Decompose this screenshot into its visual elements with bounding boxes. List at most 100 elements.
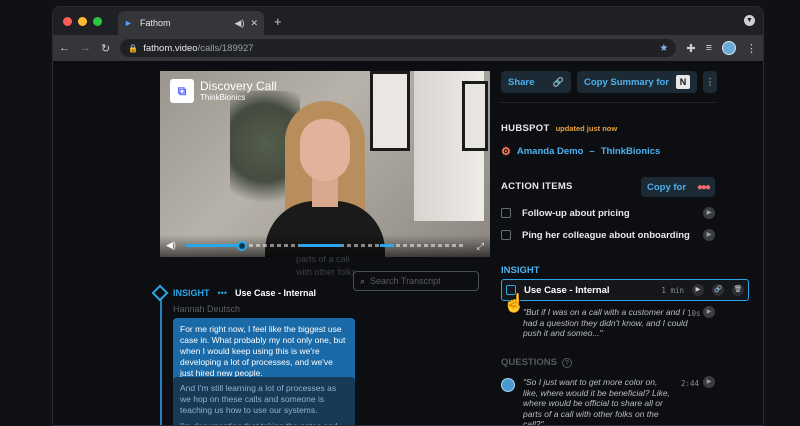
help-icon[interactable]: ? xyxy=(561,357,572,368)
company-link[interactable]: ThinkBionics xyxy=(601,146,661,157)
transcript-bubble[interactable]: I'm documenting that taking the notes an… xyxy=(173,415,355,425)
action-item-checkbox[interactable] xyxy=(501,208,511,218)
search-icon: ⌕ xyxy=(360,275,366,286)
bookmark-star-icon[interactable]: ★ xyxy=(659,43,668,54)
reading-list-icon[interactable]: ≡ xyxy=(706,42,712,54)
asana-icon: ●●● xyxy=(696,181,711,193)
address-bar: ← → ↻ 🔒 fathom.video/calls/189927 ★ ✚ ≡ … xyxy=(53,35,763,61)
insight-name[interactable]: Use Case - Internal xyxy=(524,285,653,296)
video-player[interactable]: ⧉ Discovery Call ThinkBionics ◀) ⤢ xyxy=(160,71,490,257)
timeline-highlight xyxy=(380,244,394,247)
separator: – xyxy=(589,146,595,157)
insight-card[interactable]: Use Case - Internal 1 min ▶ 🔗 🗑 xyxy=(501,279,749,301)
playhead-handle[interactable] xyxy=(237,241,247,251)
timeline-highlight xyxy=(300,244,342,247)
questions-title: QUESTIONS xyxy=(501,357,557,368)
insight-quote: "But if I was on a call with a customer … xyxy=(523,307,688,338)
speaker-name: Hannah Deutsch xyxy=(173,304,241,314)
video-title: Discovery Call xyxy=(200,79,277,93)
tab-search-icon[interactable]: ▼ xyxy=(744,15,755,26)
updated-badge: updated just now xyxy=(555,124,618,133)
insight-marker-icon xyxy=(151,284,169,302)
faded-transcript-text: parts of a call xyxy=(296,254,350,264)
faded-transcript-text: with other folks xyxy=(296,267,357,277)
questions-section-title: QUESTIONS ? xyxy=(501,357,572,368)
play-icon[interactable]: ▶ xyxy=(703,229,715,241)
timeline-highlight xyxy=(186,244,242,247)
transcript-insight-header: INSIGHT ••• Use Case - Internal xyxy=(173,288,316,298)
browser-menu-icon[interactable]: ⋮ xyxy=(746,42,757,55)
asker-avatar xyxy=(501,378,515,392)
reload-icon[interactable]: ↻ xyxy=(101,42,110,55)
tab-bar: ► Fathom ◀) ✕ + ▼ xyxy=(53,7,763,35)
more-options-button[interactable]: ⋮ xyxy=(703,71,717,93)
insight-title: Use Case - Internal xyxy=(234,288,316,298)
maximize-window-button[interactable] xyxy=(93,16,102,26)
page-content: ⧉ Discovery Call ThinkBionics ◀) ⤢ parts… xyxy=(53,61,763,426)
action-item: Ping her colleague about onboarding ▶ xyxy=(501,229,715,241)
transcript-timeline-line xyxy=(160,291,162,425)
action-items-title: ACTION ITEMS xyxy=(501,181,573,192)
contact-link[interactable]: Amanda Demo xyxy=(517,146,584,157)
call-side-panel: Share 🔗 Copy Summary for N ⋮ HUBSPOT upda… xyxy=(501,61,763,426)
hubspot-icon: ⚙ xyxy=(501,146,511,158)
copy-summary-label: Copy Summary for xyxy=(584,76,669,88)
company-logo-icon: ⧉ xyxy=(170,79,194,103)
extensions-icon[interactable]: ✚ xyxy=(686,42,695,55)
panel-toolbar: Share 🔗 Copy Summary for N ⋮ xyxy=(501,71,717,93)
fullscreen-icon[interactable]: ⤢ xyxy=(477,241,484,252)
share-button[interactable]: Share 🔗 xyxy=(501,71,571,93)
link-icon[interactable]: 🔗 xyxy=(712,284,724,296)
action-item-label: Follow-up about pricing xyxy=(522,207,630,219)
divider xyxy=(501,102,715,103)
insight-dots: ••• xyxy=(217,288,227,298)
close-tab-icon[interactable]: ✕ xyxy=(250,18,258,29)
transcript-search-input[interactable]: ⌕ Search Transcript xyxy=(353,271,479,291)
action-item: Follow-up about pricing ▶ xyxy=(501,207,715,219)
play-icon[interactable]: ▶ xyxy=(703,376,715,388)
back-icon[interactable]: ← xyxy=(59,42,70,54)
insight-section-title: INSIGHT xyxy=(501,265,540,276)
video-speaker xyxy=(260,101,390,257)
url-host: fathom.video xyxy=(143,42,198,54)
share-label: Share xyxy=(508,76,535,88)
insight-label: INSIGHT xyxy=(173,288,210,298)
speaker-icon[interactable]: ◀) xyxy=(235,18,245,29)
video-subtitle: ThinkBionics xyxy=(200,93,246,102)
play-icon[interactable]: ▶ xyxy=(692,284,704,296)
action-item-label: Ping her colleague about onboarding xyxy=(522,229,690,241)
volume-icon[interactable]: ◀) xyxy=(166,240,176,251)
browser-window: ► Fathom ◀) ✕ + ▼ ← → ↻ 🔒 fathom.video/c… xyxy=(52,6,764,426)
url-path: /calls/189927 xyxy=(197,42,254,54)
profile-avatar[interactable] xyxy=(722,41,736,55)
action-item-checkbox[interactable] xyxy=(501,230,511,240)
copy-summary-button[interactable]: Copy Summary for N xyxy=(577,71,697,93)
tab-title: Fathom xyxy=(140,18,171,28)
notion-icon: N xyxy=(676,75,690,89)
hubspot-title: HUBSPOT xyxy=(501,123,550,134)
play-icon[interactable]: ▶ xyxy=(703,306,715,318)
copy-for-label: Copy for xyxy=(647,181,687,193)
browser-tab[interactable]: ► Fathom ◀) ✕ xyxy=(118,11,264,35)
search-placeholder: Search Transcript xyxy=(370,276,441,286)
hubspot-contact-row: ⚙ Amanda Demo – ThinkBionics xyxy=(501,145,660,158)
new-tab-icon[interactable]: + xyxy=(274,14,282,29)
minimize-window-button[interactable] xyxy=(78,16,87,26)
quote-duration: 10s xyxy=(687,309,701,318)
hubspot-section-title: HUBSPOT updated just now xyxy=(501,123,617,134)
forward-icon[interactable]: → xyxy=(80,42,91,54)
copy-for-button[interactable]: Copy for ●●● xyxy=(641,177,715,197)
close-window-button[interactable] xyxy=(63,16,72,26)
play-icon[interactable]: ▶ xyxy=(703,207,715,219)
fathom-favicon-icon: ► xyxy=(124,18,133,28)
question-text: "So I just want to get more color on, li… xyxy=(523,377,670,426)
url-field[interactable]: 🔒 fathom.video/calls/189927 ★ xyxy=(120,39,677,57)
trash-icon[interactable]: 🗑 xyxy=(732,284,744,296)
transcript-bubble-active[interactable]: For me right now, I feel like the bigges… xyxy=(173,318,355,385)
question-time: 2:44 xyxy=(681,379,700,388)
insight-duration: 1 min xyxy=(661,285,684,295)
lock-icon: 🔒 xyxy=(128,43,139,53)
video-background-frame xyxy=(462,81,488,151)
window-controls xyxy=(53,16,102,26)
link-icon: 🔗 xyxy=(552,76,564,87)
